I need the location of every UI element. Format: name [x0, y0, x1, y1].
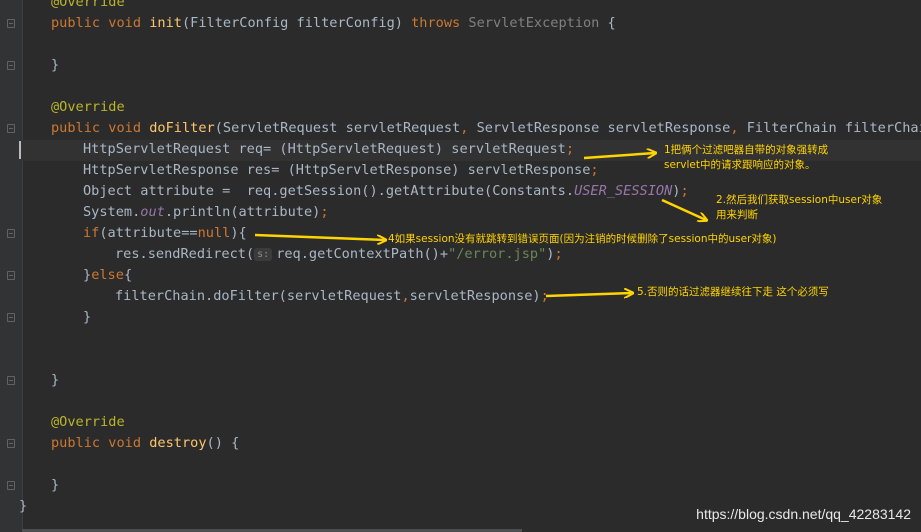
annotation-note-1: 1把俩个过滤吧器自带的对象强转成 servlet中的请求跟响应的对象。: [664, 143, 828, 173]
arrow-note-2: [661, 198, 706, 220]
annotation-note-4: 4如果session没有就跳转到错误页面(因为注销的时候删除了session中的…: [388, 233, 777, 245]
arrow-note-4: [254, 233, 385, 240]
annotation-text: 用来判断: [716, 209, 758, 221]
annotation-text: servlet中的请求跟响应的对象。: [664, 159, 816, 171]
annotation-note-2: 2.然后我们获取session中user对象 用来判断: [716, 193, 882, 223]
arrow-note-1: [583, 153, 655, 160]
annotation-note-5: 5.否则的话过滤器继续往下走 这个必须写: [637, 286, 829, 298]
annotation-arrows: [254, 0, 921, 532]
arrow-note-5: [545, 293, 632, 296]
annotation-text: 2.然后我们获取session中user对象: [716, 194, 883, 206]
watermark: https://blog.csdn.net/qq_42283142: [696, 506, 911, 522]
annotation-text: 1把俩个过滤吧器自带的对象强转成: [664, 144, 829, 156]
